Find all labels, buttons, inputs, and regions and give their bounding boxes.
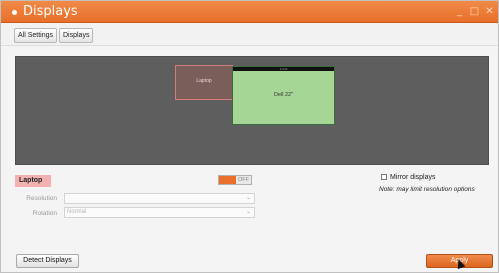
maximize-button[interactable]: □ xyxy=(468,6,481,18)
minimize-button[interactable]: _ xyxy=(453,6,466,18)
monitor-dell-top-bar: 4 2nd xyxy=(233,67,334,71)
monitor-dell[interactable]: 4 2nd Dell 22" xyxy=(232,66,335,125)
rotation-select[interactable]: Normal ⌄ xyxy=(64,207,255,218)
resolution-label: Resolution xyxy=(26,195,57,202)
mirror-note: Note: may limit resolution options xyxy=(379,186,475,193)
breadcrumb-all-settings[interactable]: All Settings xyxy=(14,28,58,43)
monitor-laptop-label: Laptop xyxy=(196,78,212,84)
chevron-down-icon: ⌄ xyxy=(245,195,251,201)
displays-window: Displays _ □ ✕ All Settings Displays Lap… xyxy=(0,0,499,273)
mirror-displays-label: Mirror displays xyxy=(390,174,436,181)
mirror-displays-checkbox[interactable] xyxy=(381,174,387,180)
title-bar[interactable]: Displays _ □ ✕ xyxy=(1,1,498,23)
detect-displays-button[interactable]: Detect Displays xyxy=(16,254,79,268)
rotation-value: Normal xyxy=(67,209,87,215)
close-button[interactable]: ✕ xyxy=(483,6,496,18)
toggle-off-label: OFF xyxy=(238,177,249,183)
chevron-down-icon: ⌄ xyxy=(245,209,251,215)
monitor-laptop[interactable]: Laptop xyxy=(175,65,233,100)
resolution-select[interactable]: ⌄ xyxy=(64,193,255,204)
monitor-dell-label: Dell 22" xyxy=(273,92,294,98)
window-menu-icon[interactable] xyxy=(12,10,17,15)
display-power-toggle[interactable]: OFF xyxy=(218,175,252,185)
window-title: Displays xyxy=(23,4,78,19)
breadcrumb: All Settings Displays xyxy=(1,24,498,46)
rotation-label: Rotation xyxy=(32,210,57,217)
mirror-displays-option[interactable]: Mirror displays xyxy=(381,174,436,181)
breadcrumb-displays[interactable]: Displays xyxy=(59,28,94,43)
toggle-on-segment xyxy=(219,176,236,184)
display-arrangement-area[interactable]: Laptop 4 2nd Dell 22" xyxy=(15,56,489,165)
selected-display-name: Laptop xyxy=(15,175,51,187)
